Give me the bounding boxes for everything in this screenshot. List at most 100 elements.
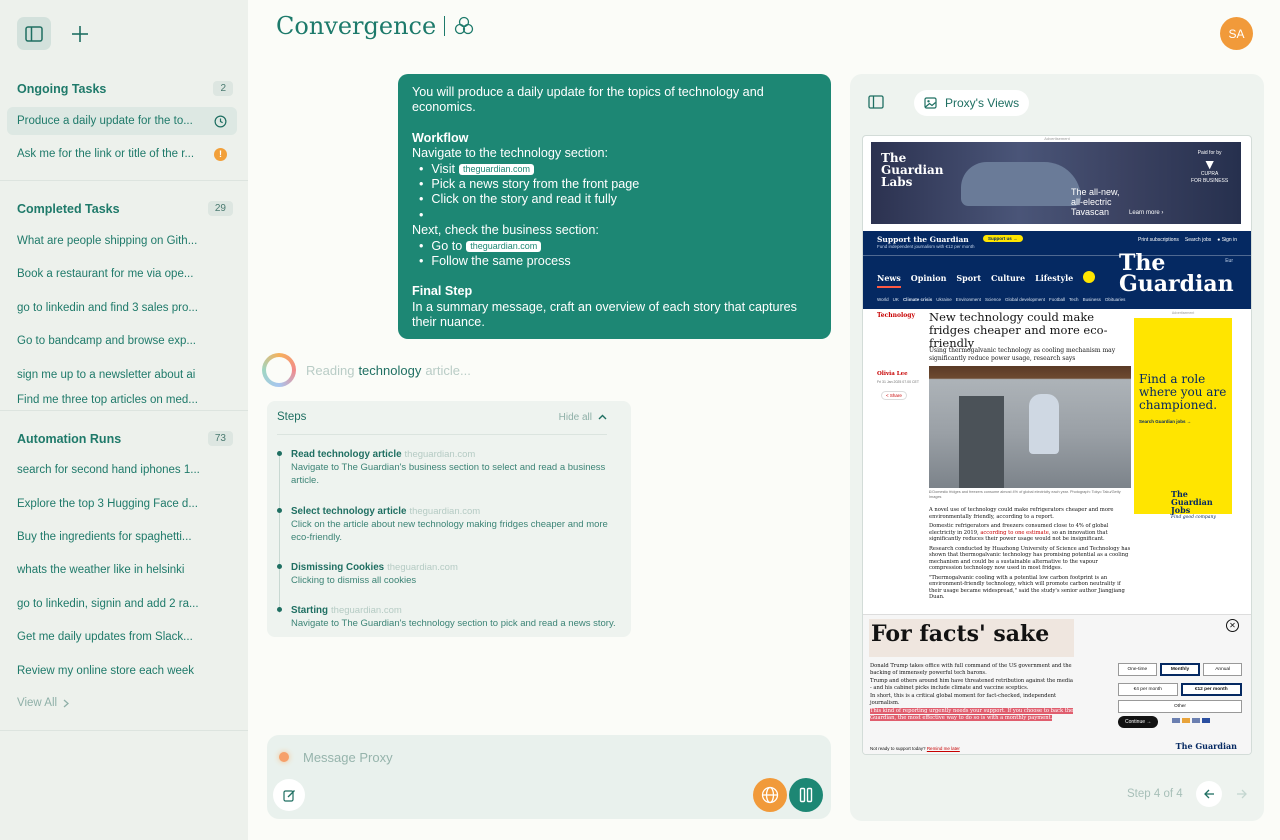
article-paragraph: "Thermogalvanic cooling with a potential…	[929, 574, 1125, 601]
subnav-link[interactable]: Business	[1083, 297, 1101, 302]
status-suffix: article...	[425, 362, 471, 378]
estimate-link[interactable]: according to one estimate	[980, 530, 1048, 536]
sidebar-toggle-button[interactable]	[17, 17, 51, 50]
subnav-link[interactable]: UK	[893, 297, 899, 302]
amount-12-option[interactable]: €12 per month	[1180, 683, 1242, 696]
visit-text: Visit	[431, 161, 455, 176]
panel-toggle-button[interactable]	[868, 95, 884, 114]
step-source: theguardian.com	[387, 562, 458, 573]
signin-link[interactable]: ● Sign in	[1217, 237, 1237, 243]
subnav-link[interactable]: Environment	[956, 297, 981, 302]
jobs-advertisement[interactable]: Find a role where you are championed. Se…	[1134, 318, 1232, 520]
task-label: Find me three top articles on med...	[17, 394, 198, 406]
message-intro: You will produce a daily update for the …	[412, 85, 764, 115]
article-section[interactable]: Technology	[877, 312, 915, 319]
subnav-link[interactable]: Science	[985, 297, 1001, 302]
fridge-shape	[959, 396, 1004, 488]
edit-icon	[282, 789, 295, 802]
browse-web-button[interactable]	[753, 778, 787, 812]
subnav-link[interactable]: World	[877, 297, 889, 302]
share-button[interactable]: < Share	[881, 391, 907, 400]
amount-4-option[interactable]: €4 per month	[1118, 683, 1178, 696]
tab-news[interactable]: News	[877, 273, 901, 288]
sidebar-task-item[interactable]: search for second hand iphones 1...	[7, 456, 237, 484]
sidebar-task-item[interactable]: whats the weather like in helsinki	[7, 556, 237, 584]
other-amount-option[interactable]: Other	[1118, 700, 1242, 713]
sidebar-task-item[interactable]: What are people shipping on Gith...	[7, 227, 237, 255]
step-item: Read technology article theguardian.com N…	[277, 448, 621, 487]
ad-brand-name: CUPRA	[1200, 171, 1219, 177]
cupra-logo-icon: ▼	[1202, 156, 1217, 172]
subnav-link[interactable]: Tech	[1069, 297, 1079, 302]
clock-icon	[214, 115, 227, 127]
tab-culture[interactable]: Culture	[991, 273, 1025, 288]
step-source: theguardian.com	[331, 605, 402, 616]
loading-spinner-icon	[262, 353, 296, 387]
proxy-views-tab[interactable]: Proxy's Views	[914, 90, 1030, 116]
subnav-link[interactable]: Football	[1049, 297, 1065, 302]
status-keyword: technology	[358, 362, 422, 378]
subnav-link[interactable]: Climate crisis	[903, 297, 932, 302]
tab-lifestyle[interactable]: Lifestyle	[1035, 273, 1073, 288]
step-item: Dismissing Cookies theguardian.com Clicki…	[277, 561, 621, 587]
tab-sport[interactable]: Sport	[956, 273, 981, 288]
sidebar-task-item[interactable]: Find me three top articles on med...	[7, 394, 237, 410]
sidebar-task-item[interactable]: sign me up to a newsletter about ai	[7, 361, 237, 389]
subnav-link[interactable]: Global development	[1005, 297, 1045, 302]
jobs-link[interactable]: Search jobs	[1185, 237, 1211, 243]
user-avatar[interactable]: SA	[1220, 17, 1253, 50]
support-us-button[interactable]: Support us →	[983, 235, 1023, 242]
new-task-button[interactable]	[63, 17, 97, 50]
ongoing-tasks-title: Ongoing Tasks	[17, 81, 107, 96]
sidebar-task-item[interactable]: go to linkedin and find 3 sales pro...	[7, 294, 237, 322]
share-label: Share	[889, 393, 902, 398]
monthly-option[interactable]: Monthly	[1159, 663, 1201, 676]
banner-paragraph: In short, this is a critical global mome…	[870, 693, 1057, 706]
step-desc: Click on the article about new technolog…	[291, 519, 608, 543]
steps-header: Steps Hide all	[277, 411, 607, 423]
sidebar-task-item[interactable]: Go to bandcamp and browse exp...	[7, 327, 237, 355]
jobs-ad-link[interactable]: Search Guardian jobs →	[1139, 419, 1191, 424]
sidebar-task-item[interactable]: Review my online store each week	[7, 657, 237, 685]
car-image	[961, 162, 1081, 206]
tab-opinion[interactable]: Opinion	[911, 273, 947, 288]
sidebar-panel-icon	[868, 95, 884, 109]
globe-icon	[761, 786, 779, 804]
sidebar-task-item[interactable]: Buy the ingredients for spaghetti...	[7, 523, 237, 551]
sidebar-task-item[interactable]: Book a restaurant for me via ope...	[7, 260, 237, 288]
article-author[interactable]: Olivia Lee	[877, 371, 908, 377]
sidebar-task-item[interactable]: Produce a daily update for the to...	[7, 107, 237, 135]
sidebar-task-item[interactable]: Get me daily updates from Slack...	[7, 623, 237, 651]
view-all-link[interactable]: View All	[17, 697, 70, 709]
subnav-link[interactable]: Ukraine	[936, 297, 952, 302]
sidebar-task-item[interactable]: go to linkedin, signin and add 2 ra...	[7, 590, 237, 618]
site-chip: theguardian.com	[466, 240, 542, 252]
close-icon[interactable]: ✕	[1226, 619, 1239, 632]
jobs-logo-sub: Find good company	[1171, 515, 1216, 520]
pause-button[interactable]	[789, 778, 823, 812]
ad-learn-more[interactable]: Learn more ›	[1129, 210, 1163, 216]
person-shape	[1029, 394, 1059, 454]
edit-button[interactable]	[273, 779, 305, 811]
subnav-link[interactable]: Obituaries	[1105, 297, 1126, 302]
message-input[interactable]: Message Proxy	[303, 750, 393, 765]
hide-all-button[interactable]: Hide all	[559, 411, 607, 423]
one-time-option[interactable]: One-time	[1118, 663, 1157, 676]
print-link[interactable]: Print subscriptions	[1138, 237, 1179, 243]
sidebar-task-item[interactable]: Ask me for the link or title of the r...…	[7, 140, 237, 168]
step-desc: Navigate to The Guardian's business sect…	[291, 462, 606, 486]
annual-option[interactable]: Annual	[1203, 663, 1243, 676]
search-icon[interactable]	[1083, 271, 1095, 283]
automation-runs-header: Automation Runs 73	[17, 431, 233, 446]
step-title: Select technology article	[291, 506, 407, 517]
completed-tasks-header: Completed Tasks 29	[17, 201, 233, 216]
next-step-button[interactable]	[1228, 781, 1254, 807]
continue-button[interactable]: Continue →	[1118, 716, 1159, 728]
brand-name: Convergence	[276, 12, 437, 40]
proxy-indicator-icon	[279, 752, 289, 762]
share-icon: <	[886, 393, 889, 398]
previous-step-button[interactable]	[1196, 781, 1222, 807]
cupra-advertisement[interactable]: The Guardian Labs The all-new, all-elect…	[871, 142, 1241, 224]
sidebar-task-item[interactable]: Explore the top 3 Hugging Face d...	[7, 490, 237, 518]
remind-later-link[interactable]: Remind me later	[927, 746, 960, 751]
